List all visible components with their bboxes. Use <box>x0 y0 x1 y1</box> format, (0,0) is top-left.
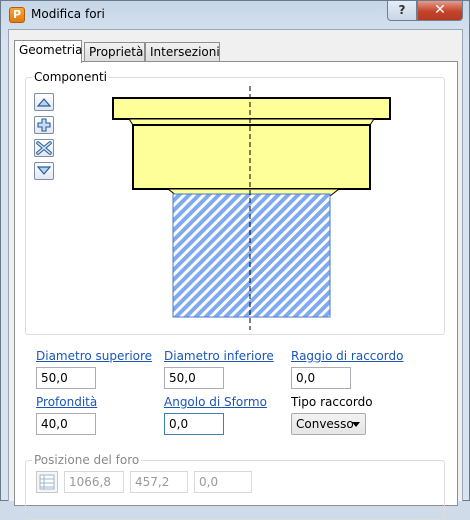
tab-proprieta[interactable]: Proprietà <box>84 42 145 62</box>
grid-table-icon <box>39 474 55 490</box>
angolo-di-sformo-input[interactable]: 0,0 <box>164 413 224 435</box>
bore-hatched-shape <box>172 193 331 318</box>
diametro-inferiore-input[interactable]: 50,0 <box>164 367 224 389</box>
dialog-window: P Modifica fori ? ✕ Geometria Proprietà … <box>0 0 470 520</box>
top-flange-shape <box>112 97 391 120</box>
help-button[interactable]: ? <box>387 1 417 21</box>
window-title: Modifica fori <box>31 7 105 21</box>
tipo-raccordo-select[interactable]: Convesso <box>291 413 366 435</box>
components-group: Componenti <box>25 70 445 335</box>
tipo-raccordo-label: Tipo raccordo <box>291 395 373 409</box>
position-picker-button[interactable] <box>36 471 58 493</box>
app-icon: P <box>9 7 25 23</box>
profondita-input[interactable]: 40,0 <box>36 413 96 435</box>
profondita-label[interactable]: Profondità <box>36 395 97 409</box>
geometria-panel: Componenti Diametro superiore 50,0 Diame… <box>14 61 458 520</box>
position-z-input[interactable]: 0,0 <box>194 471 252 493</box>
chevron-down-icon <box>352 422 360 427</box>
dialog-client-area: Geometria Proprietà Intersezioni Compone… <box>8 29 463 520</box>
position-x-input[interactable]: 1066,8 <box>64 471 124 493</box>
tab-geometria[interactable]: Geometria <box>14 40 82 63</box>
counterbore-shape <box>132 124 371 190</box>
tipo-raccordo-value: Convesso <box>296 417 354 431</box>
position-legend: Posizione del foro <box>32 453 142 467</box>
raggio-di-raccordo-input[interactable]: 0,0 <box>291 367 351 389</box>
position-y-input[interactable]: 457,2 <box>130 471 188 493</box>
diametro-inferiore-label[interactable]: Diametro inferiore <box>164 349 274 363</box>
diametro-superiore-label[interactable]: Diametro superiore <box>36 349 152 363</box>
title-bar[interactable]: P Modifica fori ? ✕ <box>1 1 469 29</box>
hole-preview <box>112 86 391 330</box>
close-button[interactable]: ✕ <box>417 1 463 21</box>
raggio-di-raccordo-label[interactable]: Raggio di raccordo <box>291 349 403 363</box>
tab-intersezioni[interactable]: Intersezioni <box>145 42 220 62</box>
diametro-superiore-input[interactable]: 50,0 <box>36 367 96 389</box>
position-group: Posizione del foro 1066,8 457,2 0,0 <box>25 453 445 520</box>
angolo-di-sformo-label[interactable]: Angolo di Sformo <box>164 395 267 409</box>
